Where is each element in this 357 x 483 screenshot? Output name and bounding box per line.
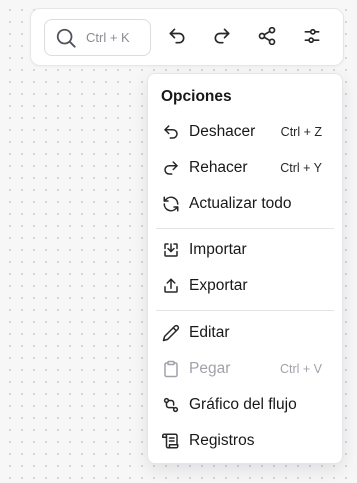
- menu-item-label: Exportar: [189, 277, 248, 294]
- undo-icon: [162, 123, 180, 141]
- menu-item-export[interactable]: Exportar: [154, 271, 336, 301]
- menu-item-label: Editar: [189, 324, 230, 341]
- menu-item-label: Rehacer: [189, 159, 248, 176]
- menu-item-paste[interactable]: Pegar Ctrl + V: [154, 354, 336, 384]
- menu-item-flow-graph[interactable]: Gráfico del flujo: [154, 390, 336, 420]
- menu-item-refresh-all[interactable]: Actualizar todo: [154, 189, 336, 219]
- undo-button[interactable]: [162, 24, 192, 52]
- menu-item-label: Registros: [189, 432, 255, 449]
- share-button[interactable]: [252, 24, 282, 52]
- menu-item-shortcut: Ctrl + Z: [280, 125, 322, 139]
- redo-button[interactable]: [207, 24, 237, 52]
- menu-divider: [156, 228, 334, 229]
- menu-title: Opciones: [161, 88, 232, 105]
- redo-icon: [212, 26, 232, 51]
- import-icon: [162, 241, 180, 259]
- refresh-icon: [162, 195, 180, 213]
- clipboard-icon: [162, 360, 180, 378]
- search-icon: [55, 27, 77, 49]
- redo-icon: [162, 159, 180, 177]
- flow-graph-icon: [162, 396, 180, 414]
- share-icon: [257, 26, 277, 51]
- menu-item-label: Pegar: [189, 360, 231, 377]
- menu-item-import[interactable]: Importar: [154, 235, 336, 265]
- menu-item-redo[interactable]: Rehacer Ctrl + Y: [154, 153, 336, 183]
- export-icon: [162, 277, 180, 295]
- logs-icon: [162, 432, 180, 450]
- menu-item-label: Actualizar todo: [189, 195, 292, 212]
- menu-divider: [156, 310, 334, 311]
- menu-item-shortcut: Ctrl + V: [279, 362, 322, 376]
- menu-item-logs[interactable]: Registros: [154, 426, 336, 456]
- search-shortcut: Ctrl + K: [86, 30, 130, 45]
- options-menu: Opciones Deshacer Ctrl + Z Rehacer Ctrl …: [147, 73, 343, 464]
- pencil-icon: [162, 324, 180, 342]
- menu-item-undo[interactable]: Deshacer Ctrl + Z: [154, 117, 336, 147]
- undo-icon: [167, 26, 187, 51]
- menu-item-label: Deshacer: [189, 123, 256, 140]
- menu-item-label: Importar: [189, 241, 247, 258]
- menu-item-shortcut: Ctrl + Y: [280, 161, 322, 175]
- sliders-icon: [302, 26, 322, 51]
- toolbar: Ctrl + K: [30, 8, 344, 66]
- settings-button[interactable]: [297, 24, 327, 52]
- menu-item-edit[interactable]: Editar: [154, 318, 336, 348]
- menu-item-label: Gráfico del flujo: [189, 396, 297, 413]
- search-box[interactable]: Ctrl + K: [44, 19, 151, 56]
